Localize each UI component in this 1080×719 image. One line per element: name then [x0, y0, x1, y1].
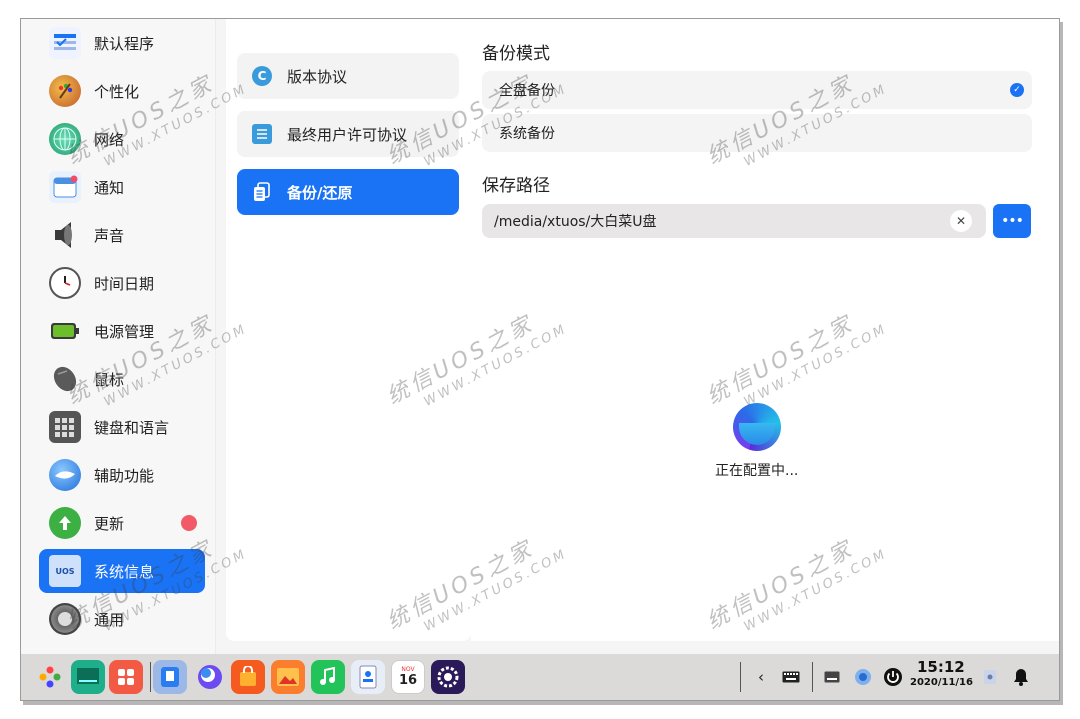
submenu-item-backup-restore[interactable]: 备份/还原 [237, 169, 459, 215]
clear-icon[interactable]: ✕ [950, 210, 972, 232]
tray-separator [740, 662, 741, 692]
sidebar-item-label: 更新 [94, 514, 125, 533]
gear-icon [49, 603, 81, 635]
backup-settings-panel: 备份模式 全盘备份 ✓ 系统备份 保存路径 /media/xtuos/大白菜U盘… [471, 19, 1059, 641]
sidebar-item-accessibility[interactable]: 辅助功能 [39, 453, 205, 497]
loading-spinner-icon [733, 403, 781, 451]
control-center-icon[interactable] [431, 660, 465, 694]
update-badge-dot [181, 515, 197, 531]
sidebar-item-label: 个性化 [94, 82, 140, 101]
network-tray-icon[interactable] [851, 662, 875, 692]
option-label: 全盘备份 [499, 83, 555, 99]
sidebar-item-label: 时间日期 [94, 274, 155, 293]
notification-icon [49, 171, 81, 203]
sidebar-item-keyboard[interactable]: 键盘和语言 [39, 405, 205, 449]
option-label: 系统备份 [499, 126, 555, 142]
sidebar-item-label: 键盘和语言 [94, 418, 170, 437]
save-path-value: /media/xtuos/大白菜U盘 [494, 214, 657, 230]
option-full-disk-backup[interactable]: 全盘备份 ✓ [482, 71, 1032, 109]
sidebar-item-update[interactable]: 更新 [39, 501, 205, 545]
sidebar-item-label: 声音 [94, 226, 125, 245]
sidebar-item-default-apps[interactable]: 默认程序 [39, 21, 205, 65]
battery-icon [49, 315, 81, 347]
keyboard-icon [49, 411, 81, 443]
notification-bell-icon[interactable] [1009, 662, 1033, 692]
sidebar-item-label: 通知 [94, 178, 125, 197]
document-list-icon [252, 124, 272, 144]
submenu-item-eula[interactable]: 最终用户许可协议 [237, 111, 459, 157]
sidebar-item-label: 电源管理 [94, 322, 155, 341]
save-path-input[interactable]: /media/xtuos/大白菜U盘 ✕ [482, 204, 986, 238]
taskbar: NOV 16 ‹ 15:12 2020/11/16 [21, 654, 1059, 700]
copyright-icon: C [252, 66, 272, 86]
system-info-icon: UOS [49, 555, 81, 587]
multitask-icon[interactable] [109, 660, 143, 694]
update-arrow-icon [49, 507, 81, 539]
default-apps-icon [49, 27, 81, 59]
taskbar-separator [150, 662, 151, 692]
sidebar-item-label: 默认程序 [94, 34, 155, 53]
sidebar-item-label: 辅助功能 [94, 466, 155, 485]
contacts-icon[interactable] [351, 660, 385, 694]
music-icon[interactable] [311, 660, 345, 694]
status-text: 正在配置中... [715, 463, 799, 479]
browse-button[interactable]: ••• [993, 204, 1031, 238]
submenu-panel: C 版本协议 最终用户许可协议 备份/还原 [226, 19, 471, 641]
sidebar-item-general[interactable]: 通用 [39, 597, 205, 641]
backup-icon [252, 182, 272, 202]
sidebar-item-system-info[interactable]: UOS 系统信息 [39, 549, 205, 593]
sidebar-item-notification[interactable]: 通知 [39, 165, 205, 209]
screenshot-frame: 默认程序 个性化 网络 通知 声音 时间日期 电源管理 鼠标 键盘和语言 辅助功… [20, 18, 1060, 701]
desktop-icon[interactable] [71, 660, 105, 694]
sidebar-item-personalization[interactable]: 个性化 [39, 69, 205, 113]
submenu-item-version-agreement[interactable]: C 版本协议 [237, 53, 459, 99]
option-system-backup[interactable]: 系统备份 [482, 114, 1032, 152]
app-store-icon[interactable] [231, 660, 265, 694]
sidebar-item-power[interactable]: 电源管理 [39, 309, 205, 353]
mouse-icon [49, 363, 81, 395]
clock-time[interactable]: 15:12 [917, 658, 965, 676]
onboard-keyboard-icon[interactable] [821, 662, 843, 692]
calendar-day: 16 [398, 673, 418, 688]
palette-icon [49, 75, 81, 107]
network-globe-icon [49, 123, 81, 155]
sidebar-item-datetime[interactable]: 时间日期 [39, 261, 205, 305]
sidebar-item-sound[interactable]: 声音 [39, 213, 205, 257]
save-path-title: 保存路径 [482, 176, 550, 196]
backup-mode-title: 备份模式 [482, 44, 550, 64]
sidebar-item-label: 系统信息 [94, 562, 155, 581]
sidebar-item-label: 通用 [94, 610, 125, 629]
browser-icon[interactable] [193, 660, 227, 694]
calendar-icon[interactable]: NOV 16 [391, 660, 425, 694]
sidebar-item-label: 鼠标 [94, 370, 125, 389]
accessibility-icon [49, 459, 81, 491]
power-icon[interactable] [881, 662, 905, 692]
image-viewer-icon[interactable] [271, 660, 305, 694]
sidebar-item-network[interactable]: 网络 [39, 117, 205, 161]
clock-icon [49, 267, 81, 299]
submenu-item-label: 备份/还原 [287, 183, 353, 202]
sidebar: 默认程序 个性化 网络 通知 声音 时间日期 电源管理 鼠标 键盘和语言 辅助功… [21, 19, 216, 654]
tray-separator [812, 662, 813, 692]
tray-collapse-chevron-icon[interactable]: ‹ [751, 662, 771, 692]
submenu-item-label: 版本协议 [287, 67, 348, 86]
screenshot-tray-icon[interactable] [979, 662, 1001, 692]
sidebar-item-mouse[interactable]: 鼠标 [39, 357, 205, 401]
clock-date[interactable]: 2020/11/16 [910, 677, 973, 688]
submenu-item-label: 最终用户许可协议 [287, 125, 408, 144]
speaker-icon [49, 219, 81, 251]
control-center-window: 默认程序 个性化 网络 通知 声音 时间日期 电源管理 鼠标 键盘和语言 辅助功… [21, 19, 1059, 700]
sidebar-item-label: 网络 [94, 130, 125, 149]
checkmark-icon: ✓ [1010, 83, 1024, 97]
launcher-icon[interactable] [33, 660, 67, 694]
file-manager-icon[interactable] [153, 660, 187, 694]
keyboard-layout-icon[interactable] [780, 662, 802, 692]
